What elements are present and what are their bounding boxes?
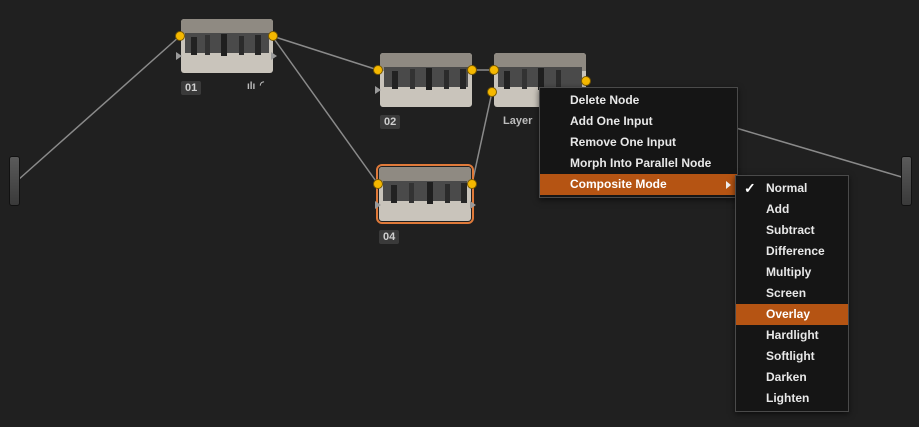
node-01-output-arrow xyxy=(271,52,277,60)
node-04-input-port[interactable] xyxy=(373,179,383,189)
menu-item-morph-into-parallel-node[interactable]: Morph Into Parallel Node xyxy=(540,153,737,174)
submenu-item-softlight[interactable]: Softlight xyxy=(736,346,848,367)
output-handle[interactable] xyxy=(901,156,912,206)
node-04[interactable] xyxy=(376,164,474,224)
submenu-item-lighten[interactable]: Lighten xyxy=(736,388,848,409)
menu-item-composite-mode[interactable]: Composite Mode xyxy=(540,174,737,195)
checkmark-icon: ✓ xyxy=(744,180,756,196)
node-02-input-port[interactable] xyxy=(373,65,383,75)
node-01-input-arrow xyxy=(176,52,182,60)
node-04-input-arrow xyxy=(375,201,381,209)
node-04-output-port[interactable] xyxy=(467,179,477,189)
submenu-arrow-icon xyxy=(726,181,731,189)
layer-node-label: Layer xyxy=(503,115,533,127)
submenu-item-label: Normal xyxy=(766,181,808,195)
submenu-item-screen[interactable]: Screen xyxy=(736,283,848,304)
source-input-handle[interactable] xyxy=(9,156,20,206)
node-thumbnail xyxy=(379,167,471,221)
node-02[interactable] xyxy=(380,53,472,107)
node-02-label: 02 xyxy=(380,115,401,129)
composite-mode-label: Composite Mode xyxy=(570,177,667,191)
layer-output-port[interactable] xyxy=(581,76,591,86)
submenu-item-overlay[interactable]: Overlay xyxy=(736,304,848,325)
node-01-input-port[interactable] xyxy=(175,31,185,41)
node-tools-icon: ılı xyxy=(247,81,256,92)
menu-item-remove-one-input[interactable]: Remove One Input xyxy=(540,132,737,153)
node-01-output-port[interactable] xyxy=(268,31,278,41)
node-02-output-port[interactable] xyxy=(467,65,477,75)
menu-item-delete-node[interactable]: Delete Node xyxy=(540,90,737,111)
node-thumbnail xyxy=(181,19,273,73)
menu-item-add-one-input[interactable]: Add One Input xyxy=(540,111,737,132)
layer-input-port-2[interactable] xyxy=(487,87,497,97)
node-02-input-arrow xyxy=(375,86,381,94)
submenu-item-difference[interactable]: Difference xyxy=(736,241,848,262)
submenu-item-multiply[interactable]: Multiply xyxy=(736,262,848,283)
node-thumbnail xyxy=(380,53,472,107)
node-context-menu: Delete Node Add One Input Remove One Inp… xyxy=(539,87,738,198)
node-04-output-arrow xyxy=(470,201,476,209)
submenu-item-darken[interactable]: Darken xyxy=(736,367,848,388)
submenu-item-add[interactable]: Add xyxy=(736,199,848,220)
node-01-label: 01 xyxy=(181,81,202,95)
submenu-item-subtract[interactable]: Subtract xyxy=(736,220,848,241)
composite-mode-submenu: ✓ Normal Add Subtract Difference Multipl… xyxy=(735,175,849,412)
layer-input-port-1[interactable] xyxy=(489,65,499,75)
node-01[interactable] xyxy=(181,19,273,73)
submenu-item-normal[interactable]: ✓ Normal xyxy=(736,178,848,199)
node-04-label: 04 xyxy=(379,230,400,244)
submenu-item-hardlight[interactable]: Hardlight xyxy=(736,325,848,346)
curve-icon: ◜ xyxy=(260,80,264,91)
